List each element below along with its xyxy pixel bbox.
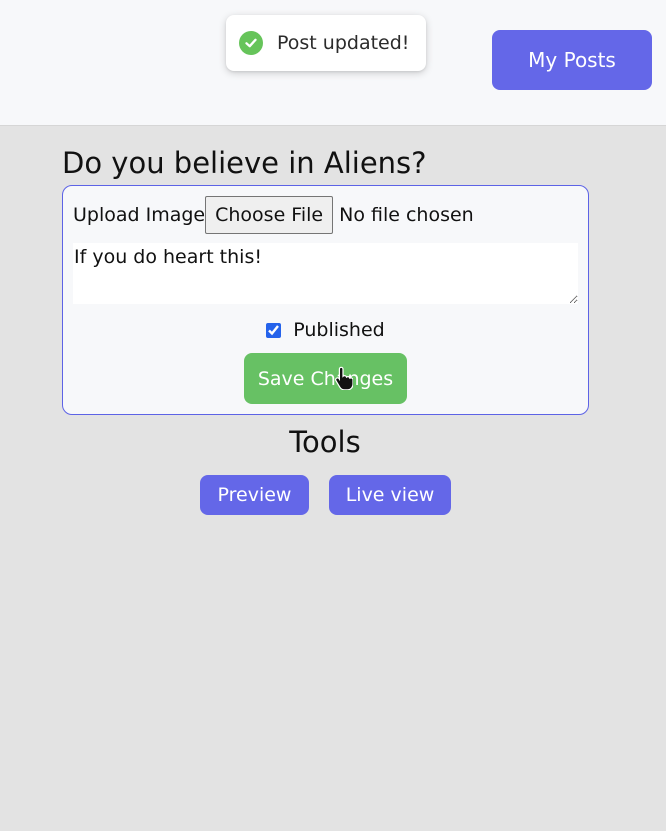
- post-updated-toast: Post updated!: [226, 15, 426, 71]
- save-changes-button[interactable]: Save Changes: [244, 353, 407, 404]
- post-edit-form: Upload Image Choose File No file chosen …: [62, 185, 589, 415]
- published-checkbox[interactable]: [266, 322, 282, 338]
- choose-file-button[interactable]: Choose File: [205, 196, 334, 234]
- tools-heading: Tools: [289, 425, 361, 459]
- upload-image-row: Upload Image Choose File No file chosen: [73, 196, 474, 234]
- post-title: Do you believe in Aliens?: [62, 146, 427, 180]
- upload-image-label: Upload Image: [73, 204, 206, 226]
- published-row: Published: [63, 319, 588, 341]
- live-view-button[interactable]: Live view: [329, 475, 451, 515]
- preview-button[interactable]: Preview: [200, 475, 309, 515]
- top-navigation-bar: Post updated! My Posts: [0, 0, 666, 126]
- published-label: Published: [293, 319, 385, 341]
- toast-message: Post updated!: [277, 32, 410, 54]
- my-posts-button[interactable]: My Posts: [492, 30, 652, 90]
- check-circle-icon: [239, 31, 263, 55]
- file-status-text: No file chosen: [339, 204, 474, 226]
- post-content-textarea[interactable]: If you do heart this!: [73, 243, 578, 304]
